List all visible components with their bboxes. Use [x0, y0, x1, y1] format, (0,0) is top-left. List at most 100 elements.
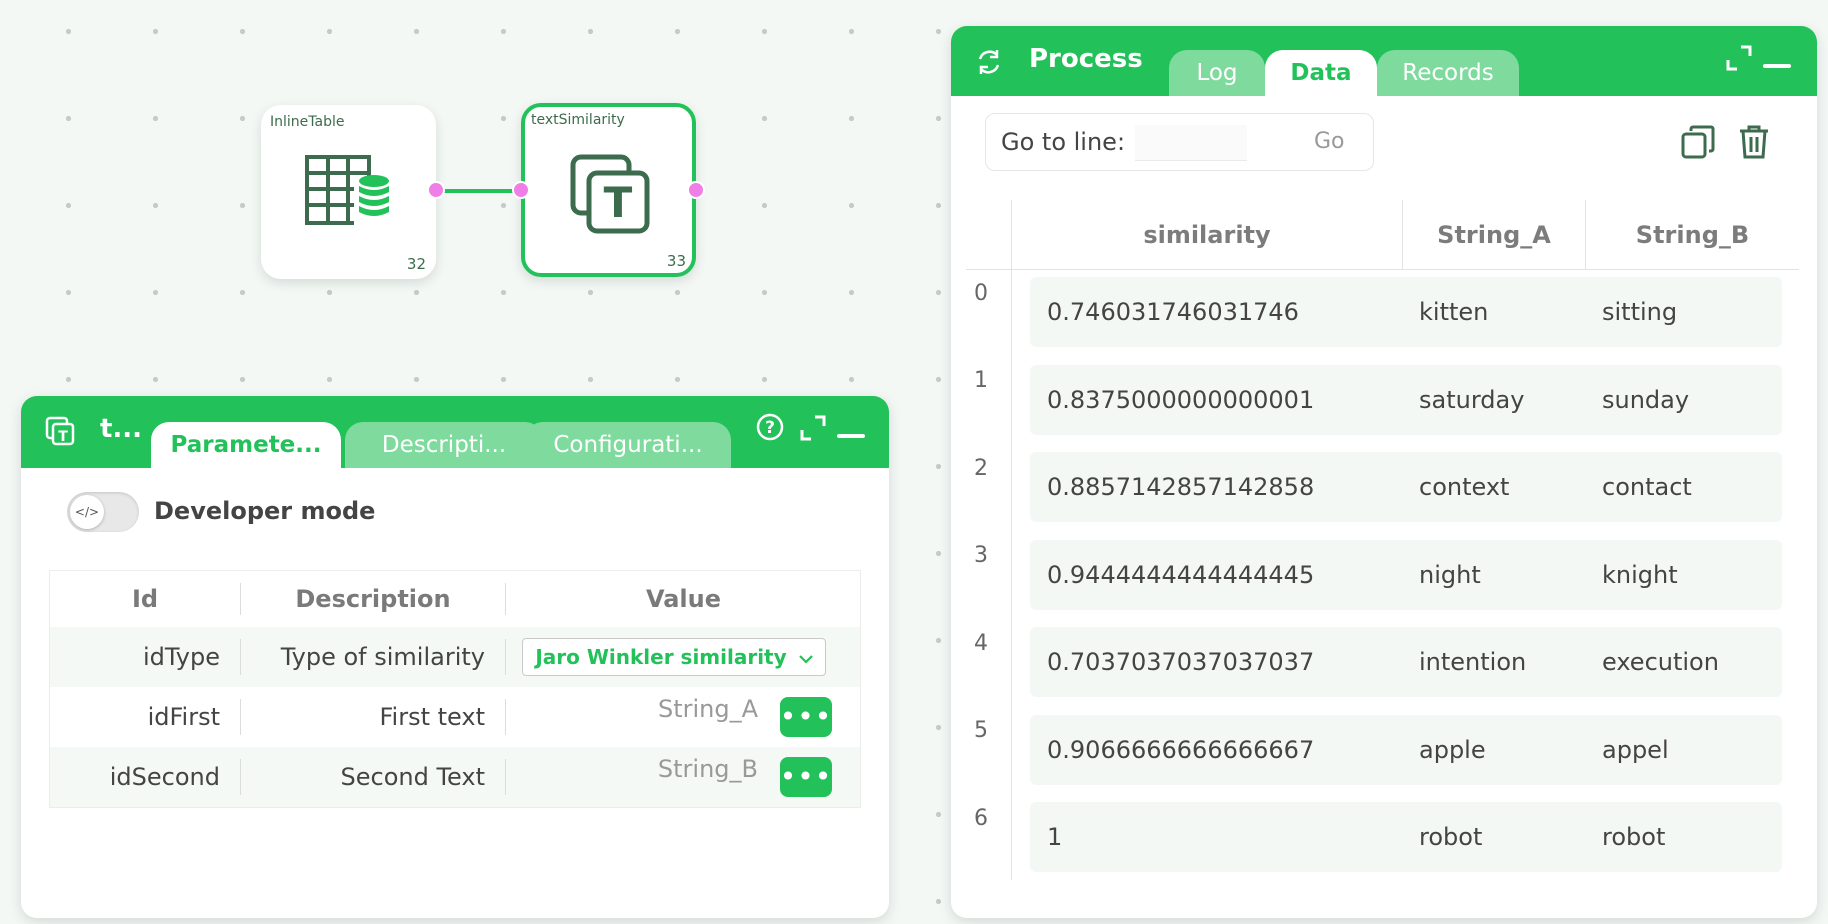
parameters-panel-header: T t... Paramete... Descripti... Configur…	[21, 396, 889, 468]
row-index: 5	[974, 718, 988, 743]
string-b-value: knight	[1602, 561, 1678, 589]
node-inline-table[interactable]: InlineTable 32	[261, 105, 445, 279]
param-description: Type of similarity	[280, 643, 485, 671]
string-a-value: night	[1419, 561, 1481, 589]
column-header-value: Value	[645, 585, 722, 613]
column-header-similarity[interactable]: similarity	[1012, 200, 1402, 269]
developer-mode-label: Developer mode	[154, 497, 376, 525]
input-port[interactable]	[512, 181, 530, 199]
node-title: textSimilarity	[531, 112, 625, 128]
similarity-type-dropdown[interactable]: Jaro Winkler similarity	[522, 638, 826, 676]
table-row[interactable]: 0.746031746031746 kitten sitting	[1030, 277, 1782, 347]
svg-text:T: T	[604, 178, 633, 227]
string-b-value: contact	[1602, 473, 1692, 501]
node-text-similarity[interactable]: textSimilarity T 33	[512, 103, 705, 277]
similarity-value: 0.8857142857142858	[1047, 473, 1315, 501]
param-description: Second Text	[340, 763, 486, 791]
similarity-value: 1	[1047, 823, 1063, 851]
tab-records[interactable]: Records	[1377, 50, 1519, 96]
column-header-string-b[interactable]: String_B	[1586, 200, 1799, 269]
similarity-value: 0.7037037037037037	[1047, 648, 1315, 676]
table-row: idType Type of similarity Jaro Winkler s…	[50, 627, 860, 687]
data-table-header: similarity String_A String_B	[966, 200, 1799, 270]
trash-icon[interactable]	[1738, 124, 1770, 164]
param-value-field[interactable]: String_A	[506, 687, 758, 747]
go-to-line-box: Go to line: Go	[985, 113, 1374, 171]
table-row[interactable]: 0.9444444444444445 night knight	[1030, 540, 1782, 610]
table-database-icon	[304, 154, 394, 232]
chevron-down-icon	[798, 645, 813, 669]
table-row[interactable]: 1 robot robot	[1030, 802, 1782, 872]
table-header-row: Id Description Value	[50, 571, 860, 627]
table-row[interactable]: 0.8857142857142858 context contact	[1030, 452, 1782, 522]
expand-icon[interactable]	[799, 414, 827, 446]
string-a-value: robot	[1419, 823, 1483, 851]
column-header-description: Description	[295, 585, 451, 613]
tab-parameters[interactable]: Paramete...	[151, 422, 341, 468]
param-id: idSecond	[109, 763, 220, 791]
minimize-icon[interactable]	[837, 425, 865, 444]
text-similarity-icon: T	[569, 153, 651, 239]
column-header-string-a[interactable]: String_A	[1403, 200, 1585, 269]
svg-text:?: ?	[765, 418, 775, 438]
dropdown-value: Jaro Winkler similarity	[535, 645, 787, 669]
param-description: First text	[379, 703, 485, 731]
table-row: idFirst First text String_A •••	[50, 687, 860, 747]
string-b-value: sunday	[1602, 386, 1690, 414]
index-column-divider	[1011, 200, 1012, 880]
parameters-table: Id Description Value idType Type of simi…	[49, 570, 861, 808]
string-a-value: context	[1419, 473, 1510, 501]
similarity-value: 0.9066666666666667	[1047, 736, 1315, 764]
tab-data[interactable]: Data	[1265, 50, 1377, 96]
node-title: InlineTable	[270, 114, 345, 130]
go-to-line-label: Go to line:	[1001, 128, 1126, 156]
string-b-value: robot	[1602, 823, 1666, 851]
tab-log[interactable]: Log	[1169, 50, 1265, 96]
similarity-value: 0.9444444444444445	[1047, 561, 1315, 589]
column-divider	[1585, 200, 1586, 270]
copy-icon[interactable]	[1680, 124, 1716, 164]
param-id: idType	[142, 643, 220, 671]
panel-title: Process	[1029, 44, 1143, 74]
param-id: idFirst	[147, 703, 220, 731]
go-to-line-input[interactable]	[1135, 125, 1247, 161]
row-index: 2	[974, 456, 988, 481]
string-b-value: execution	[1602, 648, 1719, 676]
string-a-value: apple	[1419, 736, 1486, 764]
string-a-value: saturday	[1419, 386, 1525, 414]
more-options-button[interactable]: •••	[780, 757, 832, 797]
go-button[interactable]: Go	[1314, 129, 1345, 154]
string-a-value: intention	[1419, 648, 1527, 676]
row-index: 1	[974, 368, 988, 393]
refresh-icon[interactable]	[975, 48, 1003, 80]
similarity-value: 0.8375000000000001	[1047, 386, 1315, 414]
connection-edge	[433, 189, 523, 193]
developer-mode-toggle[interactable]: </>	[67, 492, 139, 532]
column-divider	[1402, 200, 1403, 270]
table-row[interactable]: 0.7037037037037037 intention execution	[1030, 627, 1782, 697]
row-index: 6	[974, 806, 988, 831]
expand-icon[interactable]	[1725, 44, 1753, 76]
column-header-id: Id	[131, 585, 159, 613]
help-icon[interactable]: ?	[755, 412, 785, 446]
table-row[interactable]: 0.8375000000000001 saturday sunday	[1030, 365, 1782, 435]
table-row[interactable]: 0.9066666666666667 apple appel	[1030, 715, 1782, 785]
output-port[interactable]	[687, 181, 705, 199]
minimize-icon[interactable]	[1763, 55, 1791, 74]
string-a-value: kitten	[1419, 298, 1489, 326]
param-value-field[interactable]: String_B	[506, 747, 758, 807]
row-index: 3	[974, 543, 988, 568]
node-id: 32	[406, 255, 426, 273]
tab-description[interactable]: Descripti...	[345, 422, 543, 468]
text-similarity-icon: T	[45, 416, 75, 450]
svg-text:T: T	[58, 429, 68, 445]
row-index: 4	[974, 631, 988, 656]
string-b-value: sitting	[1602, 298, 1678, 326]
output-port[interactable]	[427, 181, 445, 199]
code-icon: </>	[70, 495, 104, 529]
more-options-button[interactable]: •••	[780, 697, 832, 737]
panel-title: t...	[100, 414, 143, 444]
string-b-value: appel	[1602, 736, 1669, 764]
tab-configuration[interactable]: Configurati...	[525, 422, 731, 468]
similarity-value: 0.746031746031746	[1047, 298, 1299, 326]
